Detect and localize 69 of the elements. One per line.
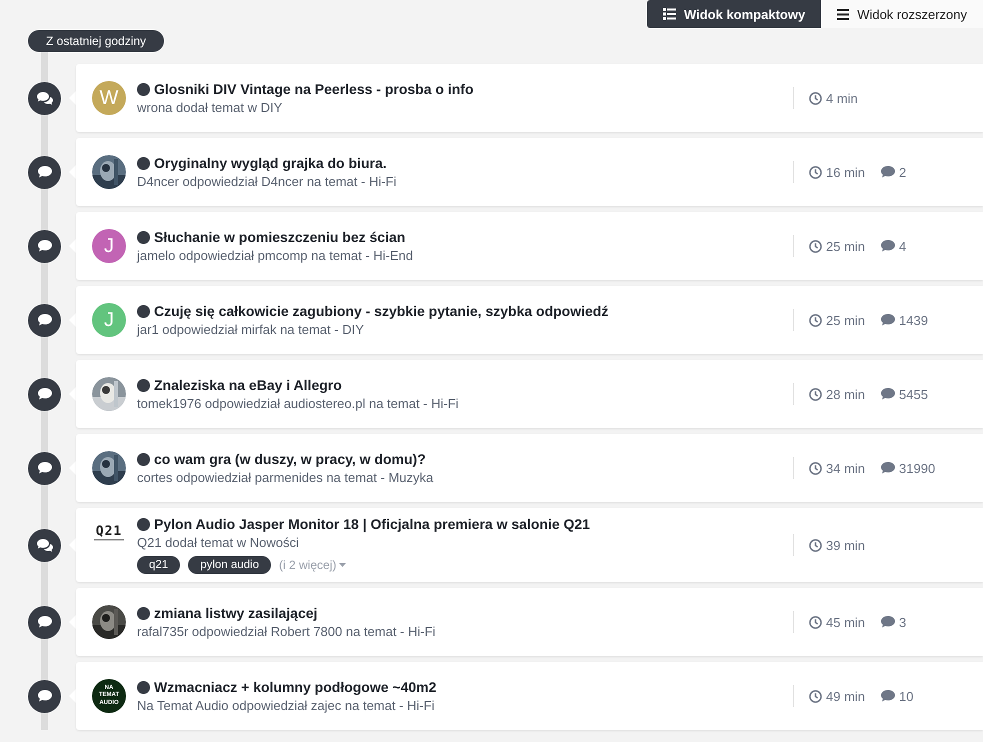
comment-icon bbox=[881, 462, 896, 474]
activity-byline: Q21 dodał temat w Nowości bbox=[137, 535, 300, 550]
comment-icon bbox=[28, 230, 61, 262]
topic-title[interactable]: Pylon Audio Jasper Monitor 18 | Oficjalna premiera w salonie Q21 bbox=[137, 516, 590, 532]
comment-icon bbox=[28, 304, 61, 336]
topic-title[interactable]: co wam gra (w duszy, w pracy, w domu)? bbox=[137, 451, 434, 467]
time-ago: 45 min bbox=[826, 614, 866, 630]
clock-icon bbox=[809, 538, 822, 552]
clock-icon bbox=[809, 92, 822, 104]
time-ago: 39 min bbox=[826, 538, 866, 552]
topic-title[interactable]: Wzmacniacz + kolumny podłogowe ~40m2 bbox=[137, 679, 436, 695]
topic-title[interactable]: Glosniki DIV Vintage na Peerless - prosba o info bbox=[137, 81, 474, 97]
comment-icon bbox=[881, 314, 896, 326]
comment-icon bbox=[28, 680, 61, 712]
reply-count: 1439 bbox=[899, 312, 928, 328]
reply-count: 5455 bbox=[899, 386, 928, 402]
logo[interactable]: Q21 bbox=[92, 516, 126, 550]
topic-title[interactable]: Znaleziska na eBay i Allegro bbox=[137, 377, 459, 393]
time-ago: 4 min bbox=[826, 90, 858, 106]
topic-title[interactable]: zmiana listwy zasilającej bbox=[137, 605, 436, 621]
comment-icon bbox=[881, 388, 896, 400]
time-ago: 49 min bbox=[826, 688, 866, 704]
comments-icon bbox=[28, 528, 61, 562]
activity-byline: jamelo odpowiedział pmcomp na temat - Hi-End bbox=[137, 248, 414, 263]
time-ago: 16 min bbox=[826, 164, 866, 180]
menu-icon bbox=[837, 8, 850, 20]
comment-icon bbox=[28, 156, 61, 188]
clock-icon bbox=[809, 314, 822, 326]
user-avatar[interactable]: J bbox=[92, 229, 126, 263]
caret-icon bbox=[339, 563, 346, 567]
time-ago: 25 min bbox=[826, 238, 866, 254]
reply-count: 3 bbox=[899, 614, 906, 630]
tag[interactable]: q21 bbox=[137, 556, 180, 574]
activity-byline: jar1 odpowiedział mirfak na temat - DIY bbox=[137, 322, 365, 337]
reply-count: 10 bbox=[899, 688, 914, 704]
view-toggle-tab[interactable]: Widok rozszerzony bbox=[821, 0, 983, 28]
comment-icon bbox=[881, 240, 896, 252]
clock-icon bbox=[809, 240, 822, 252]
comment-icon bbox=[28, 452, 61, 484]
reply-count: 31990 bbox=[899, 460, 936, 476]
clock-icon bbox=[809, 616, 822, 628]
comment-icon bbox=[881, 690, 896, 702]
reply-count: 2 bbox=[899, 164, 906, 180]
list-icon bbox=[662, 8, 676, 20]
comment-icon bbox=[881, 166, 896, 178]
activity-byline: Na Temat Audio odpowiedział zajec na temat - Hi-Fi bbox=[137, 698, 436, 713]
section-label: Z ostatniej godziny bbox=[28, 30, 164, 52]
activity-byline: wrona dodał temat w DIY bbox=[137, 100, 284, 115]
view-toggle-tab[interactable]: Widok kompaktowy bbox=[646, 0, 822, 28]
clock-icon bbox=[809, 462, 822, 474]
clock-icon bbox=[809, 690, 822, 702]
tag[interactable]: pylon audio bbox=[188, 556, 272, 574]
time-ago: 28 min bbox=[826, 386, 866, 402]
activity-byline: cortes odpowiedział parmenides na temat - Muzyka bbox=[137, 470, 434, 485]
comment-icon bbox=[28, 378, 61, 410]
topic-title[interactable]: Oryginalny wygląd grajka do biura. bbox=[137, 155, 396, 171]
reply-count: 4 bbox=[899, 238, 906, 254]
time-ago: 34 min bbox=[826, 460, 866, 476]
comments-icon bbox=[28, 82, 61, 114]
comment-icon bbox=[881, 616, 896, 628]
activity-byline: tomek1976 odpowiedział audiostereo.pl na temat - Hi-Fi bbox=[137, 396, 459, 411]
comment-icon bbox=[28, 606, 61, 638]
topic-title[interactable]: Słuchanie w pomieszczeniu bez ścian bbox=[137, 229, 414, 245]
time-ago: 25 min bbox=[826, 312, 866, 328]
clock-icon bbox=[809, 388, 822, 400]
clock-icon bbox=[809, 166, 822, 178]
activity-byline: rafal735r odpowiedział Robert 7800 na temat - Hi-Fi bbox=[137, 624, 436, 639]
activity-byline: D4ncer odpowiedział D4ncer na temat - Hi-Fi bbox=[137, 174, 396, 189]
topic-title[interactable]: Czuję się całkowicie zagubiony - szybkie pytanie, szybka odpowiedź bbox=[137, 303, 608, 319]
